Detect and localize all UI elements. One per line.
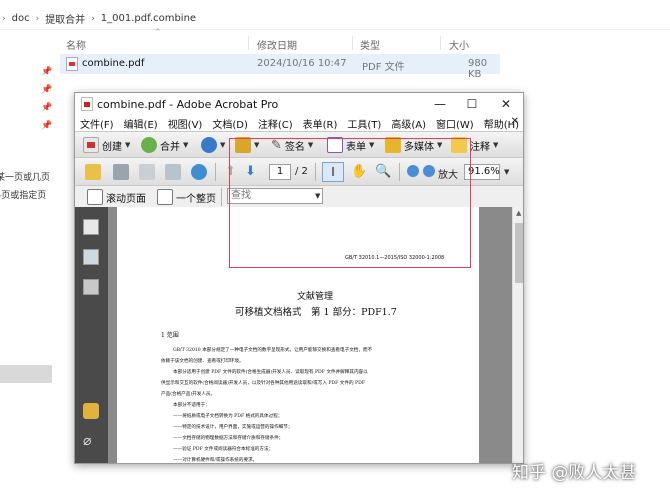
document-line: GB/T 32010 本部分规定了一种电子文档的数字呈现形式，让用户能够交换和查… [173, 348, 373, 353]
bookmarks-icon[interactable] [83, 249, 99, 265]
watermark: 知乎 @败人太甚 [512, 463, 637, 483]
chevron-down-icon[interactable]: ▼ [504, 168, 509, 176]
create-button[interactable]: 创建 ▼ [83, 136, 130, 154]
open-folder-icon[interactable] [85, 164, 101, 180]
menu-bar: 文件(F) 编辑(E) 视图(V) 文档(D) 注释(C) 表单(R) 工具(T… [75, 115, 523, 131]
pin-icon[interactable]: 📌 [41, 121, 52, 131]
collaborate-icon [201, 137, 217, 153]
chevron-right-icon: › [35, 13, 40, 24]
column-name[interactable]: 名称 [66, 37, 86, 52]
scrollbar-thumb[interactable] [515, 223, 523, 283]
single-page-icon [157, 189, 173, 205]
file-name: combine.pdf [82, 58, 145, 69]
document-line: 依赖于该文档的创建、查看或打印环境。 [161, 359, 244, 364]
create-label: 创建 [102, 141, 122, 153]
nav-selected-item[interactable] [0, 365, 52, 383]
chevron-up-icon: ⌃ [154, 28, 162, 38]
document-line: ——文档存储的物理数据方法和存储介质和存储条件； [173, 436, 284, 441]
document-line: 本部分不适用于： [173, 403, 210, 408]
combine-icon [141, 137, 157, 153]
document-title: 文献管理 [297, 292, 334, 302]
menu-view[interactable]: 视图(V) [163, 115, 208, 131]
document-line: ——将纸质或电子文档转换为 PDF 格式的具体过程； [173, 414, 283, 419]
scroll-pages-icon [87, 189, 103, 205]
signatures-icon[interactable] [83, 279, 99, 295]
file-row[interactable]: combine.pdf 2024/10/16 10:47 PDF 文件 980 … [60, 54, 500, 80]
column-header: 名称 ⌃ 修改日期 类型 大小 [60, 28, 500, 52]
section-heading: 1 范围 [161, 332, 179, 339]
menu-tools[interactable]: 工具(T) [342, 115, 386, 131]
pdf-file-icon [66, 57, 78, 71]
close-icon[interactable]: ✕ [489, 93, 523, 115]
save-icon[interactable] [139, 164, 155, 180]
email-icon[interactable] [165, 164, 181, 180]
pin-icon[interactable]: 📌 [41, 85, 52, 95]
document-subtitle: 可移植文档格式 第 1 部分：PDF1.7 [235, 307, 397, 318]
menu-comments[interactable]: 注释(C) [253, 115, 298, 131]
document-line: ——验证 PDF 文件或阅读器符合本标准的方法； [173, 447, 274, 452]
file-size: 980 KB [468, 58, 488, 80]
attachment-icon[interactable]: ⌀ [83, 433, 99, 449]
combine-button[interactable]: 合并 ▼ [141, 136, 188, 154]
menu-file[interactable]: 文件(F) [75, 115, 119, 131]
vertical-scrollbar[interactable]: ▲ [512, 207, 523, 463]
print-icon[interactable] [113, 164, 129, 180]
column-type[interactable]: 类型 [360, 37, 380, 52]
chevron-right-icon: › [91, 13, 95, 24]
comment-label: 注释 [470, 141, 490, 153]
column-modified[interactable]: 修改日期 [257, 37, 297, 52]
document-line: ——特定的技术设计，用户界面，实施或运营的操作细节； [173, 425, 293, 430]
pdf-app-icon [81, 97, 93, 111]
menu-edit[interactable]: 编辑(E) [119, 115, 163, 131]
minimize-icon[interactable]: — [423, 93, 457, 115]
file-modified: 2024/10/16 10:47 [257, 58, 347, 69]
menu-forms[interactable]: 表单(R) [298, 115, 343, 131]
document-line: 本部分适用于创建 PDF 文件的软件(合格生成器)开发人员、读取现有 PDF 文… [173, 370, 368, 375]
selection-rectangle [229, 138, 471, 268]
chevron-right-icon: › [2, 13, 6, 24]
breadcrumb-item-merge[interactable]: 提取合并 [45, 11, 85, 26]
pin-icon[interactable]: 📌 [41, 103, 52, 113]
breadcrumb-item-folder[interactable]: 1_001.pdf.combine [101, 13, 196, 24]
navigation-pane: 📌 📌 📌 📌 某一页或几页 -页或指定页 [0, 55, 60, 500]
close-document-icon[interactable]: ✕ [511, 116, 519, 127]
scrolling-label: 滚动页面 [106, 193, 146, 205]
scroll-up-icon[interactable]: ▲ [516, 209, 521, 217]
pin-icon[interactable]: 📌 [41, 67, 52, 77]
file-type: PDF 文件 [362, 62, 405, 73]
single-page-label: 一个整页 [176, 193, 216, 205]
comments-icon[interactable] [83, 403, 99, 419]
column-size[interactable]: 大小 [449, 37, 469, 52]
scrolling-pages-button[interactable]: 滚动页面 [87, 188, 146, 206]
nav-item-quick-1[interactable]: 某一页或几页 [0, 170, 50, 183]
document-line: ——对计算机硬件和/或操作系统的要求。 [173, 458, 258, 463]
breadcrumb: › doc › 提取合并 › 1_001.pdf.combine [0, 8, 670, 30]
menu-document[interactable]: 文档(D) [207, 115, 253, 131]
nav-item-quick-2[interactable]: -页或指定页 [0, 188, 46, 201]
window-title: combine.pdf - Adobe Acrobat Pro [97, 98, 279, 111]
collaborate-button[interactable]: ▼ [201, 136, 225, 154]
navigation-sidebar: ⌀ [75, 207, 108, 463]
document-line: 产品(合格产品)开发人员。 [161, 392, 216, 397]
create-pdf-icon [83, 137, 99, 153]
menu-advanced[interactable]: 高级(A) [386, 115, 431, 131]
web-icon[interactable] [191, 164, 207, 180]
title-bar: combine.pdf - Adobe Acrobat Pro — ☐ ✕ [75, 93, 523, 115]
single-page-button[interactable]: 一个整页 [157, 188, 216, 206]
combine-label: 合并 [160, 141, 180, 153]
maximize-icon[interactable]: ☐ [455, 93, 489, 115]
pages-icon[interactable] [83, 219, 99, 235]
menu-window[interactable]: 窗口(W) [431, 115, 479, 131]
document-line: 供显示和交互的软件(合格阅读器)开发人员，以及针对各种其他用途读取和/或写入 P… [161, 381, 366, 386]
breadcrumb-item-doc[interactable]: doc [12, 13, 30, 24]
